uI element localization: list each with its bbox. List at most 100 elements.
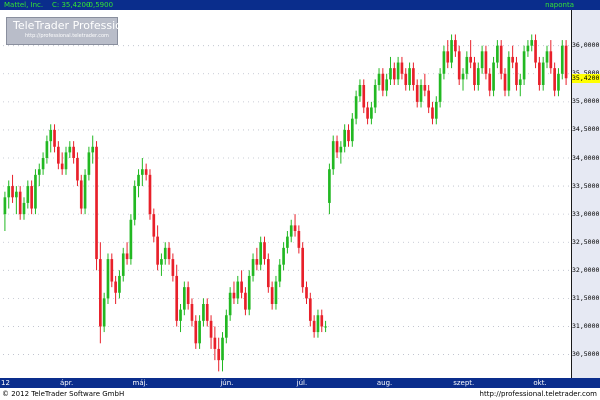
candle-down[interactable] bbox=[503, 73, 507, 91]
candle-up[interactable] bbox=[228, 292, 232, 316]
candle-up[interactable] bbox=[236, 281, 240, 299]
candle-up[interactable] bbox=[106, 259, 110, 299]
candle-down[interactable] bbox=[72, 146, 75, 158]
footer-url[interactable]: http://professional.teletrader.com bbox=[480, 388, 597, 400]
candle-up[interactable] bbox=[438, 73, 442, 102]
candle-up[interactable] bbox=[331, 141, 335, 170]
candle-down[interactable] bbox=[167, 247, 171, 260]
candle-down[interactable] bbox=[404, 73, 408, 85]
candle-down[interactable] bbox=[427, 90, 430, 108]
candle-down[interactable] bbox=[538, 62, 541, 85]
candle-down[interactable] bbox=[347, 129, 350, 142]
candle-up[interactable] bbox=[518, 79, 522, 85]
candle-up[interactable] bbox=[541, 62, 545, 85]
candle-down[interactable] bbox=[213, 337, 217, 349]
candle-up[interactable] bbox=[434, 101, 438, 119]
candle-up[interactable] bbox=[350, 118, 354, 142]
candle-up[interactable] bbox=[408, 68, 411, 85]
candle-up[interactable] bbox=[221, 337, 224, 361]
candle-down[interactable] bbox=[114, 281, 117, 293]
candle-down[interactable] bbox=[446, 51, 450, 63]
candle-down[interactable] bbox=[308, 298, 312, 321]
candle-down[interactable] bbox=[454, 40, 457, 52]
candle-up[interactable] bbox=[496, 45, 499, 63]
candle-up[interactable] bbox=[560, 45, 564, 74]
candle-up[interactable] bbox=[247, 275, 251, 310]
candle-up[interactable] bbox=[286, 236, 289, 248]
candle-down[interactable] bbox=[152, 214, 156, 237]
candle-down[interactable] bbox=[217, 348, 221, 361]
candle-up[interactable] bbox=[507, 56, 511, 91]
candle-down[interactable] bbox=[400, 62, 404, 74]
candle-up[interactable] bbox=[83, 174, 87, 209]
candle-up[interactable] bbox=[133, 186, 137, 220]
candle-down[interactable] bbox=[511, 56, 514, 63]
candle-down[interactable] bbox=[366, 107, 369, 119]
candle-up[interactable] bbox=[358, 85, 362, 97]
candle-down[interactable] bbox=[488, 73, 492, 91]
candle-down[interactable] bbox=[57, 146, 60, 164]
candle-up[interactable] bbox=[49, 129, 53, 142]
candle-down[interactable] bbox=[53, 129, 56, 147]
candle-down[interactable] bbox=[175, 275, 179, 321]
candle-down[interactable] bbox=[412, 68, 415, 85]
candle-down[interactable] bbox=[263, 242, 266, 260]
candle-down[interactable] bbox=[415, 85, 419, 102]
candle-up[interactable] bbox=[45, 141, 49, 158]
candle-up[interactable] bbox=[545, 51, 549, 63]
candle-up[interactable] bbox=[480, 51, 484, 69]
candle-up[interactable] bbox=[461, 73, 465, 80]
candle-down[interactable] bbox=[209, 320, 213, 338]
candle-up[interactable] bbox=[224, 315, 228, 338]
candle-up[interactable] bbox=[557, 73, 560, 91]
candle-down[interactable] bbox=[240, 281, 243, 293]
candle-up[interactable] bbox=[530, 40, 534, 46]
candle-down[interactable] bbox=[255, 259, 259, 265]
candle-up[interactable] bbox=[26, 186, 30, 203]
candle-up[interactable] bbox=[251, 259, 255, 276]
candle-up[interactable] bbox=[289, 225, 293, 237]
candle-down[interactable] bbox=[305, 287, 308, 299]
candle-down[interactable] bbox=[244, 292, 247, 310]
candle-up[interactable] bbox=[182, 287, 186, 310]
candle-up[interactable] bbox=[396, 62, 400, 80]
candle-up[interactable] bbox=[102, 298, 106, 327]
candle-up[interactable] bbox=[15, 191, 18, 198]
candle-down[interactable] bbox=[18, 191, 22, 215]
candle-down[interactable] bbox=[79, 180, 83, 209]
candle-down[interactable] bbox=[171, 259, 175, 276]
candle-up[interactable] bbox=[129, 219, 133, 260]
candle-up[interactable] bbox=[41, 158, 45, 170]
candle-up[interactable] bbox=[343, 129, 347, 147]
candle-up[interactable] bbox=[492, 62, 495, 91]
candle-down[interactable] bbox=[125, 253, 129, 260]
candle-up[interactable] bbox=[179, 309, 182, 321]
candle-down[interactable] bbox=[148, 174, 152, 215]
candle-down[interactable] bbox=[423, 85, 427, 91]
candlestick-chart[interactable] bbox=[0, 0, 600, 400]
candle-down[interactable] bbox=[473, 62, 476, 85]
candle-down[interactable] bbox=[301, 247, 305, 288]
candle-down[interactable] bbox=[186, 287, 190, 304]
candle-up[interactable] bbox=[328, 169, 331, 203]
candle-up[interactable] bbox=[324, 326, 327, 328]
candle-down[interactable] bbox=[392, 68, 396, 80]
candle-down[interactable] bbox=[110, 259, 114, 282]
candle-up[interactable] bbox=[118, 275, 121, 293]
candle-down[interactable] bbox=[11, 186, 14, 198]
candle-up[interactable] bbox=[64, 152, 68, 170]
candle-up[interactable] bbox=[87, 152, 91, 175]
candle-down[interactable] bbox=[293, 225, 297, 231]
candle-up[interactable] bbox=[339, 146, 343, 153]
candle-down[interactable] bbox=[60, 163, 64, 170]
candle-up[interactable] bbox=[160, 259, 163, 265]
candle-down[interactable] bbox=[232, 292, 236, 299]
candle-down[interactable] bbox=[297, 231, 301, 248]
candle-up[interactable] bbox=[278, 264, 282, 282]
candle-up[interactable] bbox=[3, 197, 7, 215]
candle-down[interactable] bbox=[30, 186, 33, 209]
candle-up[interactable] bbox=[163, 247, 167, 260]
candle-down[interactable] bbox=[457, 51, 461, 80]
candle-up[interactable] bbox=[274, 281, 278, 304]
candle-down[interactable] bbox=[205, 304, 209, 321]
